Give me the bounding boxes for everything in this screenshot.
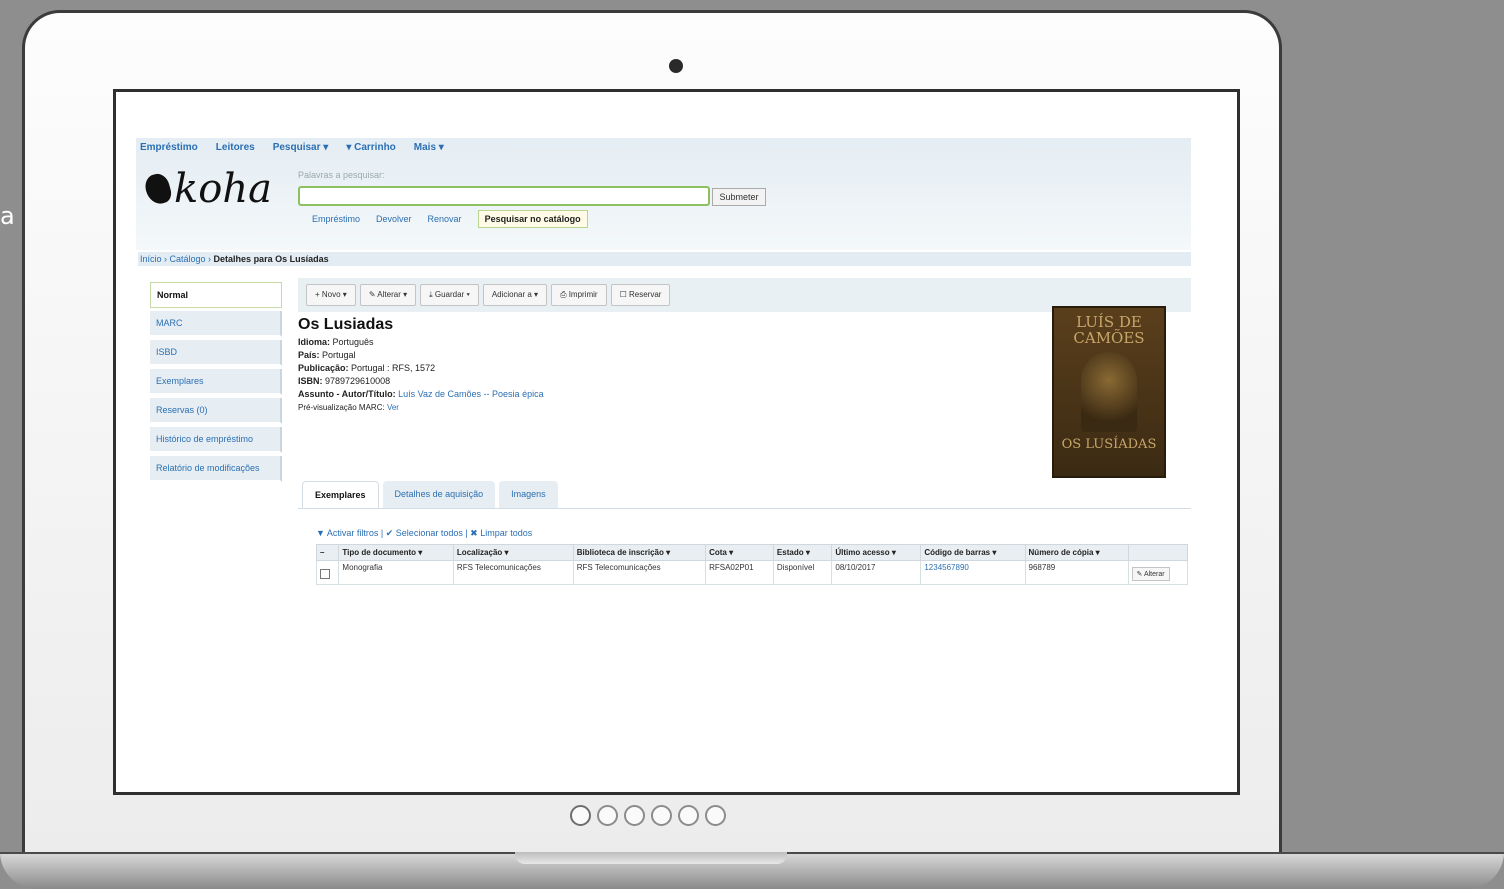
carousel-dot[interactable] (624, 805, 645, 826)
sidebar-item-checkout-history[interactable]: Histórico de empréstimo (150, 427, 282, 453)
tab-items[interactable]: Exemplares (302, 481, 379, 508)
isbn-value: 9789729610008 (325, 376, 391, 386)
camera-icon (669, 59, 683, 73)
tab-acquisition-details[interactable]: Detalhes de aquisição (382, 481, 496, 508)
column-header[interactable]: Localização ▾ (452, 544, 574, 561)
sidebar: Normal MARC ISBD Exemplares Reservas (0)… (150, 282, 282, 485)
add-to-button[interactable]: Adicionar a ▾ (482, 284, 548, 306)
carousel-dots (570, 805, 726, 826)
table-cell: Monografia (338, 560, 454, 585)
table-cell: Disponível (772, 560, 833, 585)
items-table: – Tipo de documento ▾ Localização ▾ Bibl… (315, 544, 1189, 585)
row-select-cell (315, 560, 340, 585)
koha-logo[interactable]: koha (142, 166, 272, 212)
column-header[interactable]: Número de cópia ▾ (1024, 544, 1129, 561)
table-header-row: – Tipo de documento ▾ Localização ▾ Bibl… (315, 544, 1189, 561)
language-value: Português (332, 337, 374, 347)
table-cell: RFS Telecomunicações (572, 560, 707, 585)
publication-label: Publicação: (298, 363, 349, 373)
select-column-header: – (315, 544, 340, 561)
submit-button[interactable]: Submeter (712, 188, 766, 206)
cover-portrait (1081, 352, 1137, 432)
breadcrumb-links[interactable]: Início › Catálogo › (140, 254, 214, 264)
author-label: Assunto - Autor/Título: (298, 389, 396, 399)
koha-logo-icon (142, 171, 174, 207)
koha-page: Empréstimo Leitores Pesquisar ▾ ▾ Carrin… (136, 138, 1191, 585)
nav-patrons[interactable]: Leitores (216, 142, 255, 153)
actions-column-header (1127, 544, 1189, 561)
edit-button[interactable]: ✎ Alterar ▾ (359, 284, 417, 306)
stray-character: a (0, 202, 15, 230)
column-header[interactable]: Último acesso ▾ (831, 544, 922, 561)
laptop-lid: Empréstimo Leitores Pesquisar ▾ ▾ Carrin… (22, 10, 1282, 860)
nav-more[interactable]: Mais ▾ (414, 142, 444, 153)
carousel-dot[interactable] (651, 805, 672, 826)
nav-search[interactable]: Pesquisar ▾ (273, 142, 329, 153)
search-label: Palavras a pesquisar: (298, 170, 385, 180)
filter-links[interactable]: ▼ Activar filtros | ✔ Selecionar todos |… (316, 528, 532, 539)
laptop-screen: Empréstimo Leitores Pesquisar ▾ ▾ Carrin… (113, 89, 1240, 795)
sidebar-item-modification-log[interactable]: Relatório de modificações (150, 456, 282, 482)
author-link[interactable]: Luís Vaz de Camões -- Poesia épica (398, 389, 543, 399)
marc-preview-link[interactable]: Ver (387, 403, 399, 412)
save-button[interactable]: ⤓ Guardar ▾ (420, 284, 479, 306)
logo-text: koha (174, 166, 272, 212)
item-tabs: Exemplares Detalhes de aquisição Imagens (302, 481, 558, 508)
edit-item-button[interactable]: ✎ Alterar (1131, 567, 1170, 581)
row-checkbox[interactable] (320, 569, 330, 579)
top-nav: Empréstimo Leitores Pesquisar ▾ ▾ Carrin… (140, 142, 444, 153)
carousel-dot[interactable] (705, 805, 726, 826)
language-label: Idioma: (298, 337, 331, 347)
search-tab-checkout[interactable]: Empréstimo (312, 214, 360, 224)
column-header[interactable]: Estado ▾ (772, 544, 833, 561)
column-header[interactable]: Biblioteca de inscrição ▾ (572, 544, 707, 561)
carousel-dot[interactable] (678, 805, 699, 826)
sidebar-item-isbd[interactable]: ISBD (150, 340, 282, 366)
search-tabs: Empréstimo Devolver Renovar Pesquisar no… (312, 210, 588, 228)
column-header[interactable]: Tipo de documento ▾ (338, 544, 454, 561)
carousel-dot[interactable] (597, 805, 618, 826)
row-actions-cell: ✎ Alterar (1127, 560, 1189, 585)
tab-images[interactable]: Imagens (499, 481, 558, 508)
laptop-hinge (515, 852, 787, 864)
table-row: Monografia RFS Telecomunicações RFS Tele… (315, 560, 1189, 585)
sidebar-item-normal[interactable]: Normal (150, 282, 282, 308)
book-cover-image: LUÍS DE CAMÕES OS LUSÍADAS (1052, 306, 1166, 478)
sidebar-item-holds[interactable]: Reservas (0) (150, 398, 282, 424)
marc-preview-label: Pré-visualização MARC: (298, 403, 385, 412)
search-tab-checkin[interactable]: Devolver (376, 214, 412, 224)
tab-divider (298, 508, 1191, 509)
carousel-dot[interactable] (570, 805, 591, 826)
barcode-link[interactable]: 1234567890 (920, 560, 1026, 585)
breadcrumb: Início › Catálogo › Detalhes para Os Lus… (138, 252, 1191, 266)
publication-value: Portugal : RFS, 1572 (351, 363, 436, 373)
table-cell: 968789 (1024, 560, 1129, 585)
record-details: Idioma: Português País: Portugal Publica… (298, 336, 544, 414)
table-cell: RFS Telecomunicações (452, 560, 574, 585)
nav-cart[interactable]: ▾ Carrinho (346, 142, 395, 153)
sidebar-item-items[interactable]: Exemplares (150, 369, 282, 395)
search-input[interactable] (298, 186, 710, 206)
column-header[interactable]: Cota ▾ (705, 544, 774, 561)
search-tab-renew[interactable]: Renovar (428, 214, 462, 224)
cover-title: OS LUSÍADAS (1061, 437, 1157, 452)
country-value: Portugal (322, 350, 356, 360)
column-header[interactable]: Código de barras ▾ (920, 544, 1026, 561)
cover-author: LUÍS DE CAMÕES (1073, 313, 1145, 347)
isbn-label: ISBN: (298, 376, 323, 386)
new-button[interactable]: + Novo ▾ (306, 284, 356, 306)
record-title: Os Lusiadas (298, 316, 394, 333)
print-button[interactable]: ⎙ Imprimir (551, 284, 607, 306)
sidebar-item-marc[interactable]: MARC (150, 311, 282, 337)
search-tab-catalog[interactable]: Pesquisar no catálogo (477, 210, 588, 228)
place-hold-button[interactable]: ☐ Reservar (610, 284, 671, 306)
table-cell: 08/10/2017 (831, 560, 922, 585)
table-cell: RFSA02P01 (705, 560, 774, 585)
nav-circulation[interactable]: Empréstimo (140, 142, 198, 153)
breadcrumb-current: Detalhes para Os Lusíadas (213, 254, 329, 264)
country-label: País: (298, 350, 320, 360)
